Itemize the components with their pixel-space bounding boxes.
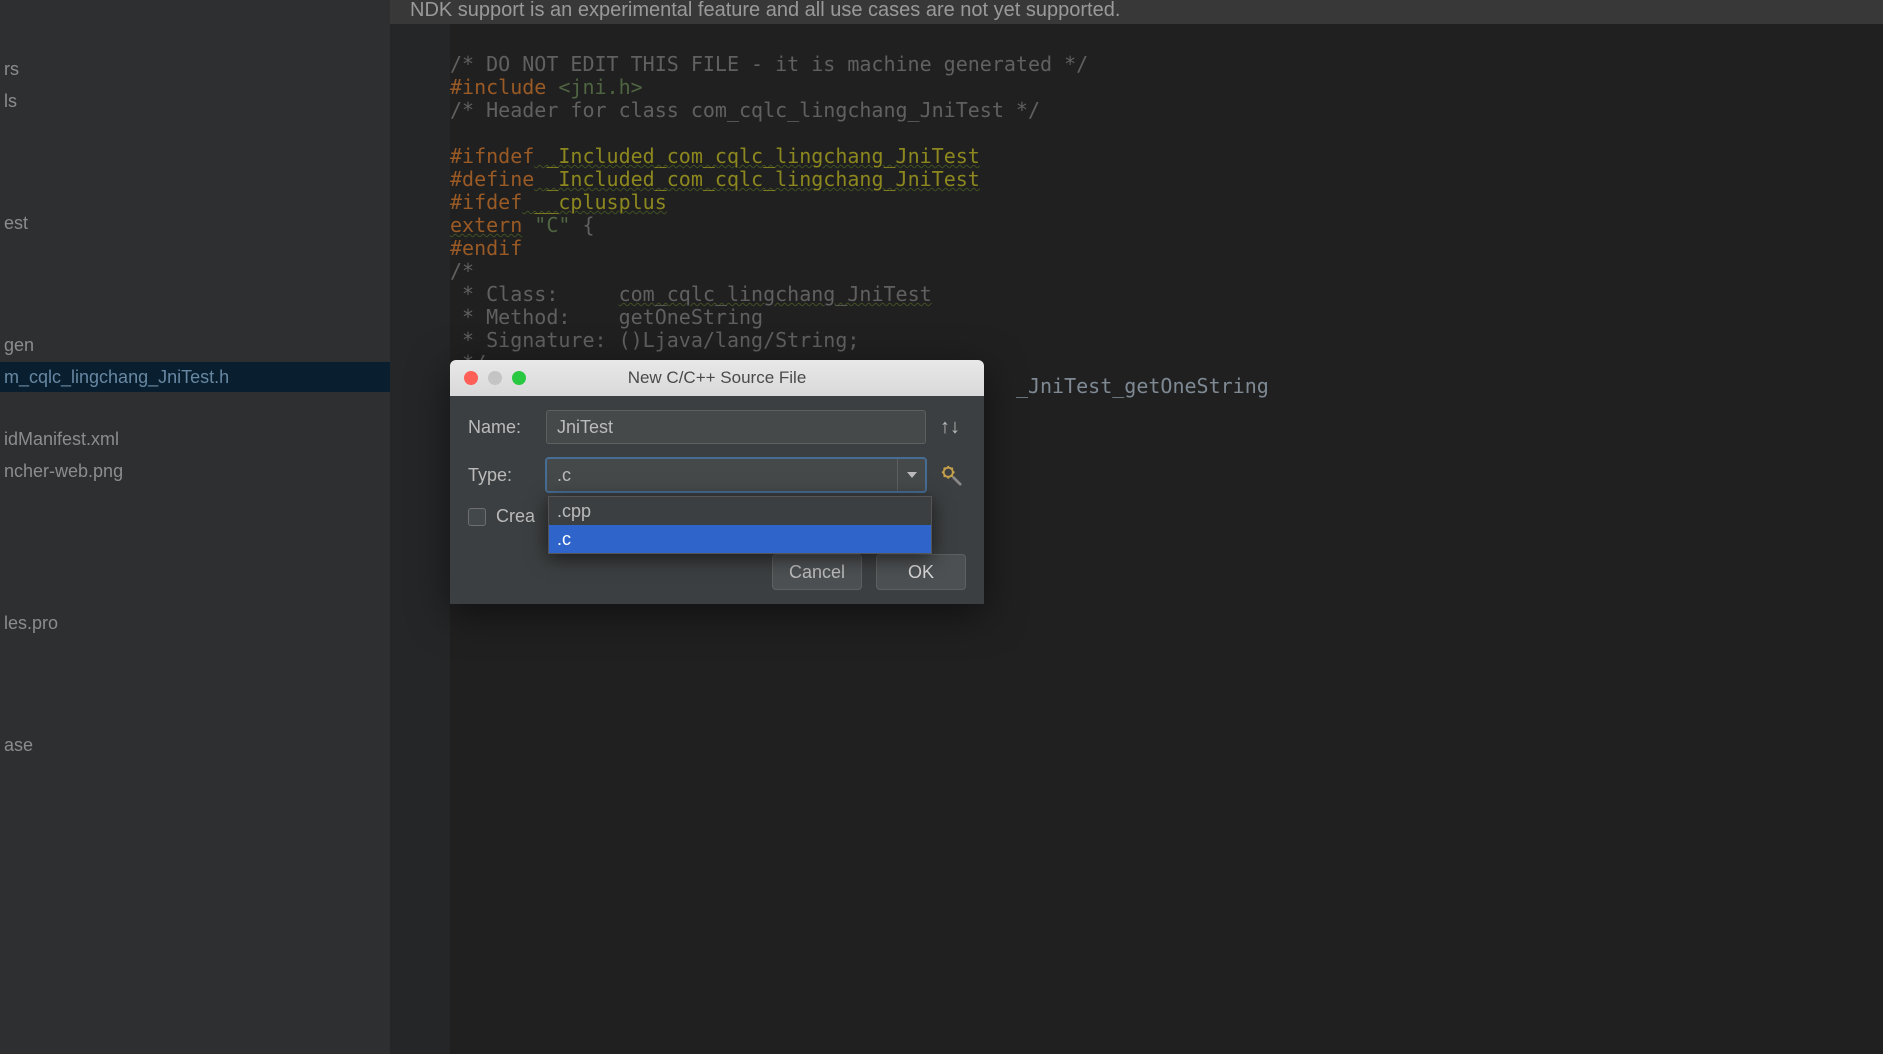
create-checkbox[interactable] xyxy=(468,508,486,526)
minimize-icon xyxy=(488,371,502,385)
create-checkbox-label: Crea xyxy=(496,506,535,527)
type-combobox[interactable]: .c xyxy=(546,458,926,492)
new-source-file-dialog: New C/C++ Source File Name: ↑↓ Type: .c xyxy=(450,360,984,604)
cancel-button[interactable]: Cancel xyxy=(772,554,862,590)
dialog-title: New C/C++ Source File xyxy=(450,368,984,388)
chevron-down-icon xyxy=(907,472,917,478)
name-input[interactable] xyxy=(546,410,926,444)
type-label: Type: xyxy=(468,465,532,486)
name-label: Name: xyxy=(468,417,532,438)
sort-icon[interactable]: ↑↓ xyxy=(940,416,958,439)
close-icon[interactable] xyxy=(464,371,478,385)
combobox-toggle[interactable] xyxy=(897,459,925,491)
zoom-icon[interactable] xyxy=(512,371,526,385)
type-dropdown[interactable]: .cpp .c xyxy=(548,496,932,554)
dialog-titlebar[interactable]: New C/C++ Source File xyxy=(450,360,984,396)
settings-icon[interactable] xyxy=(940,464,962,486)
dropdown-option-c[interactable]: .c xyxy=(549,525,931,553)
type-combobox-value: .c xyxy=(547,465,897,486)
dropdown-option-cpp[interactable]: .cpp xyxy=(549,497,931,525)
ok-button[interactable]: OK xyxy=(876,554,966,590)
